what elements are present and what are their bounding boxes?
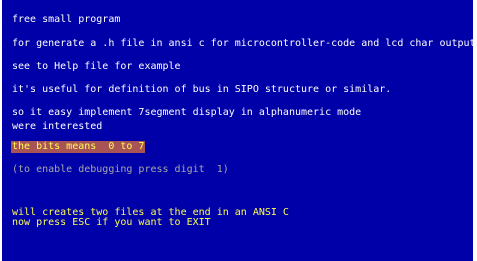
- help-line: see to Help file for example: [12, 61, 181, 72]
- usage-line: it's useful for definition of bus in SIP…: [12, 84, 392, 95]
- console-screen: free small program for generate a .h fil…: [2, 0, 473, 261]
- description-line: for generate a .h file in ansi c for mic…: [12, 38, 473, 49]
- bits-prompt: the bits means 0 to 7: [11, 141, 146, 153]
- segment-line: so it easy implement 7segment display in…: [12, 107, 362, 118]
- exit-hint: now press ESC if you want to EXIT: [12, 217, 211, 228]
- debug-hint: (to enable debugging press digit 1): [12, 164, 229, 175]
- interested-line: were interested: [12, 121, 103, 132]
- intro-line: free small program: [12, 14, 121, 25]
